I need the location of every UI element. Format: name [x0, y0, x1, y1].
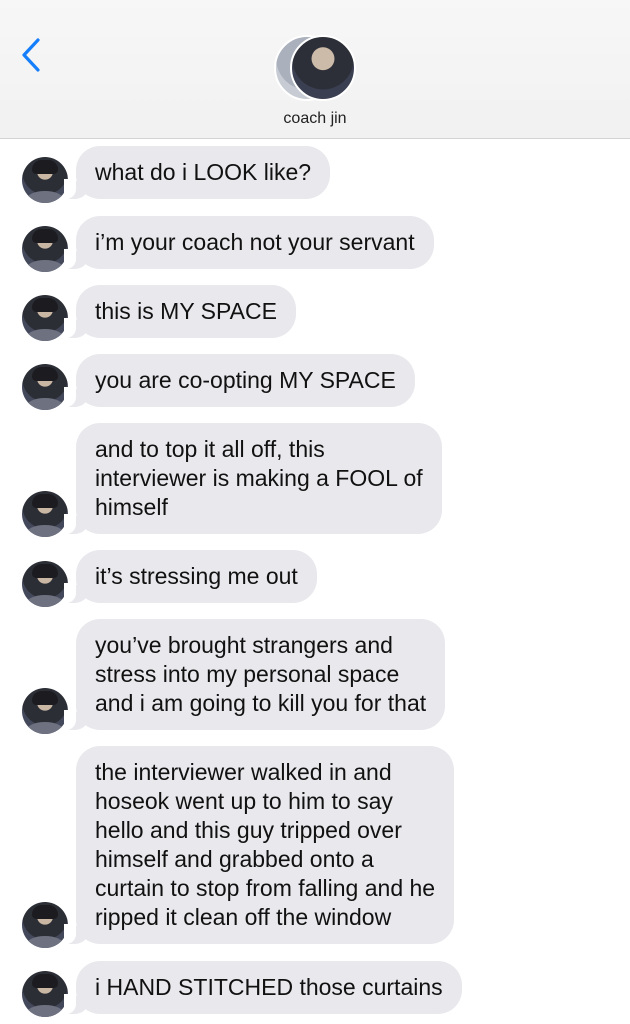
message-list: what do i LOOK like? i’m your coach not …: [0, 0, 630, 1024]
sender-avatar[interactable]: [22, 157, 68, 203]
message-bubble[interactable]: i’m your coach not your servant: [64, 216, 434, 269]
sender-avatar[interactable]: [22, 226, 68, 272]
message-bubble[interactable]: this is MY SPACE: [64, 285, 296, 338]
message-bubble[interactable]: i HAND STITCHED those curtains: [64, 961, 462, 1014]
sender-avatar[interactable]: [22, 364, 68, 410]
message-bubble[interactable]: what do i LOOK like?: [63, 146, 331, 199]
message-bubble[interactable]: you are co-opting MY SPACE: [64, 354, 415, 407]
sender-avatar[interactable]: [22, 491, 68, 537]
message-bubble[interactable]: it’s stressing me out: [64, 550, 317, 603]
message-bubble[interactable]: the interviewer walked in and hoseok wen…: [63, 746, 455, 944]
sender-avatar[interactable]: [22, 295, 68, 341]
sender-avatar[interactable]: [22, 561, 68, 607]
message-bubble[interactable]: you’ve brought strangers and stress into…: [63, 619, 446, 730]
message-bubble[interactable]: and to top it all off, this interviewer …: [64, 423, 442, 534]
sender-avatar[interactable]: [22, 902, 68, 948]
sender-avatar[interactable]: [22, 971, 68, 1017]
sender-avatar[interactable]: [22, 688, 68, 734]
